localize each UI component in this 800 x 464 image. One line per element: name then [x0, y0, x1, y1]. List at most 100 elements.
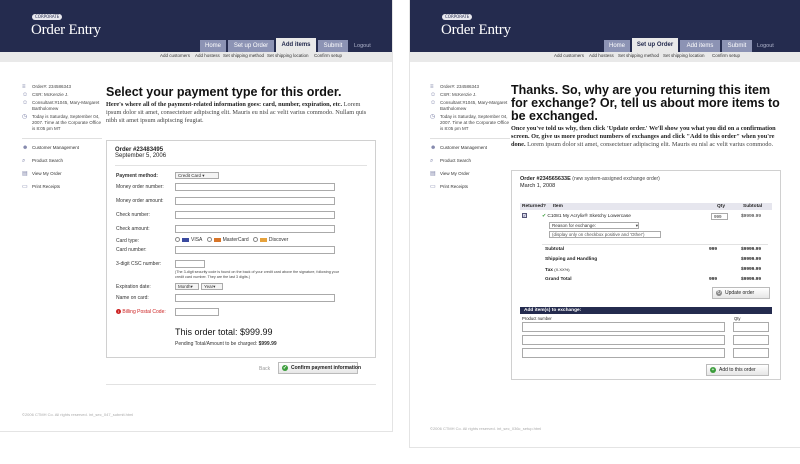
product-number-column-label: Product number — [522, 316, 552, 321]
csc-label: 3-digit CSC number: — [116, 261, 162, 267]
item-qty-input[interactable]: 999 — [711, 213, 728, 220]
search-icon: ⌕ — [430, 158, 434, 164]
order-icon: ≡ — [22, 84, 26, 90]
sidebar-item-view-my-order[interactable]: ▤ View My Order — [430, 171, 510, 177]
card-type-label: Card type: — [116, 238, 140, 244]
money-order-number-input[interactable] — [175, 183, 335, 191]
refresh-icon: ↻ — [716, 290, 722, 296]
check-icon: ✔ — [542, 214, 547, 219]
footer-text: ©2006 CTMH Co. All rights reserved. int_… — [430, 426, 542, 431]
back-link[interactable]: Back — [259, 366, 270, 372]
billing-postal-code-input[interactable] — [175, 308, 219, 316]
user-icon: ☺ — [430, 100, 437, 106]
chevron-down-icon: ▾ — [202, 173, 205, 178]
product-number-input[interactable] — [522, 322, 725, 332]
tab-submit[interactable]: Submit — [722, 40, 752, 52]
tab-home[interactable]: Home — [200, 40, 226, 52]
col-item: Item — [553, 204, 563, 209]
order-note: (new system-assigned exchange order) — [572, 176, 660, 182]
divider — [22, 138, 102, 139]
cart-icon: ▤ — [430, 171, 436, 177]
subnav-add-customers[interactable]: Add customers — [554, 53, 584, 58]
reason-other-input[interactable]: (display only on checkbox positive and '… — [549, 231, 661, 238]
product-number-input[interactable] — [522, 335, 725, 345]
tab-add-items[interactable]: Add items — [276, 38, 316, 52]
app-title: Order Entry — [31, 22, 101, 38]
subnav-add-customers[interactable]: Add customers — [160, 53, 190, 58]
billing-postal-code-label: ! Billing Postal Code: — [116, 309, 166, 315]
subnav-add-hostess[interactable]: Add hostess — [195, 53, 220, 58]
check-amount-input[interactable] — [175, 225, 335, 233]
sidebar-item-print-receipts[interactable]: ▭ Print Receipts — [430, 184, 510, 190]
discover-radio[interactable] — [252, 237, 258, 243]
order-info: ≡ Order#: 234586343 — [430, 84, 480, 90]
reason-select[interactable]: Reason for exchange: ▾ — [549, 222, 639, 229]
consultant-info: ☺ Consultant:#1045, Mary-Margaret Barthol… — [430, 100, 508, 111]
visa-radio[interactable] — [175, 237, 180, 243]
tab-set-up-order[interactable]: Set up Order — [228, 40, 274, 52]
brand-tag: CORPORATE — [32, 14, 63, 20]
qty-input[interactable] — [733, 322, 769, 332]
grand-total-label: Grand Total — [545, 277, 572, 282]
update-order-button[interactable]: ↻ Update order — [712, 287, 770, 299]
logout-link[interactable]: Logout — [354, 43, 371, 49]
app-header: CORPORATE Order Entry Home Set up Order … — [0, 0, 392, 52]
subnav-confirm-setup[interactable]: Confirm setup — [712, 53, 740, 58]
sidebar-item-view-my-order[interactable]: ▤ View My Order — [22, 171, 102, 177]
money-order-amount-input[interactable] — [175, 197, 335, 205]
tab-home[interactable]: Home — [604, 40, 630, 52]
sidebar-item-customer-management[interactable]: ☻ Customer Management — [22, 145, 102, 151]
payment-method-select[interactable]: Credit Card ▾ — [175, 172, 219, 179]
sidebar: ≡ Order#: 234586343 ☺ CSR: McKenzie J. ☺ Co… — [22, 84, 102, 197]
csc-input[interactable] — [175, 260, 205, 268]
date-info: ◷ Today is Saturday, September 04, 2007. … — [430, 114, 509, 131]
order-total: This order total: $999.99 — [175, 327, 273, 337]
chevron-down-icon: ▾ — [635, 223, 638, 228]
subnav-confirm-setup[interactable]: Confirm setup — [314, 53, 342, 58]
qty-input[interactable] — [733, 348, 769, 358]
order-header: Order #234565633E (new system-assigned e… — [520, 176, 660, 182]
tab-submit[interactable]: Submit — [318, 40, 348, 52]
subnav-shipping-method[interactable]: Set shipping method — [223, 53, 264, 58]
grand-total-qty: 999 — [709, 277, 718, 282]
product-number-input[interactable] — [522, 348, 725, 358]
sidebar-item-product-search[interactable]: ⌕ Product Search — [430, 158, 510, 164]
add-to-order-button[interactable]: + Add to this order — [706, 364, 769, 376]
people-icon: ☻ — [22, 145, 29, 151]
app-header: CORPORATE Order Entry Home Set up Order … — [410, 0, 800, 52]
tax-label: Tax (X.XX%) — [545, 267, 570, 273]
screen-payment-type: CORPORATE Order Entry Home Set up Order … — [0, 0, 393, 432]
confirm-payment-button[interactable]: ✓ Confirm payment information — [278, 362, 361, 374]
sidebar-item-customer-management[interactable]: ☻ Customer Management — [430, 145, 510, 151]
subtotal-value: $9999.99 — [741, 247, 762, 252]
warning-icon: ! — [116, 309, 121, 314]
sub-navigation: Add customers Add hostess Set shipping m… — [0, 52, 392, 62]
page-title: Select your payment type for this order. — [106, 85, 342, 99]
card-number-input[interactable] — [175, 246, 335, 254]
logout-link[interactable]: Logout — [757, 43, 774, 49]
items-table-header: Returned? Item Qty Subtotal — [520, 203, 772, 210]
expiration-year-select[interactable]: Year▾ — [201, 283, 223, 290]
item-subtotal: $9999.99 — [741, 214, 762, 219]
subnav-shipping-method[interactable]: Set shipping method — [618, 53, 659, 58]
returned-checkbox[interactable]: ✓ — [522, 213, 527, 218]
name-on-card-input[interactable] — [175, 294, 335, 302]
qty-input[interactable] — [733, 335, 769, 345]
tab-set-up-order[interactable]: Set up Order — [632, 38, 678, 52]
subnav-add-hostess[interactable]: Add hostess — [589, 53, 614, 58]
subnav-shipping-location[interactable]: Set shipping location — [267, 53, 309, 58]
tab-add-items[interactable]: Add items — [680, 40, 720, 52]
check-number-input[interactable] — [175, 211, 335, 219]
expiration-month-select[interactable]: Month▾ — [175, 283, 199, 290]
mastercard-radio[interactable] — [206, 237, 212, 243]
payment-form: Order #23483495 September 5, 2006 Paymen… — [106, 140, 376, 358]
add-items-header: Add item(s) to exchange: — [520, 307, 772, 314]
sidebar-item-product-search[interactable]: ⌕ Product Search — [22, 158, 102, 164]
sidebar-item-print-receipts[interactable]: ▭ Print Receipts — [22, 184, 102, 190]
subnav-shipping-location[interactable]: Set shipping location — [663, 53, 705, 58]
money-order-amount-label: Money order amount: — [116, 198, 164, 204]
col-qty: Qty — [717, 204, 725, 209]
card-number-label: Card number: — [116, 247, 147, 253]
order-date: March 1, 2008 — [520, 183, 556, 189]
check-amount-label: Check amount: — [116, 226, 150, 232]
